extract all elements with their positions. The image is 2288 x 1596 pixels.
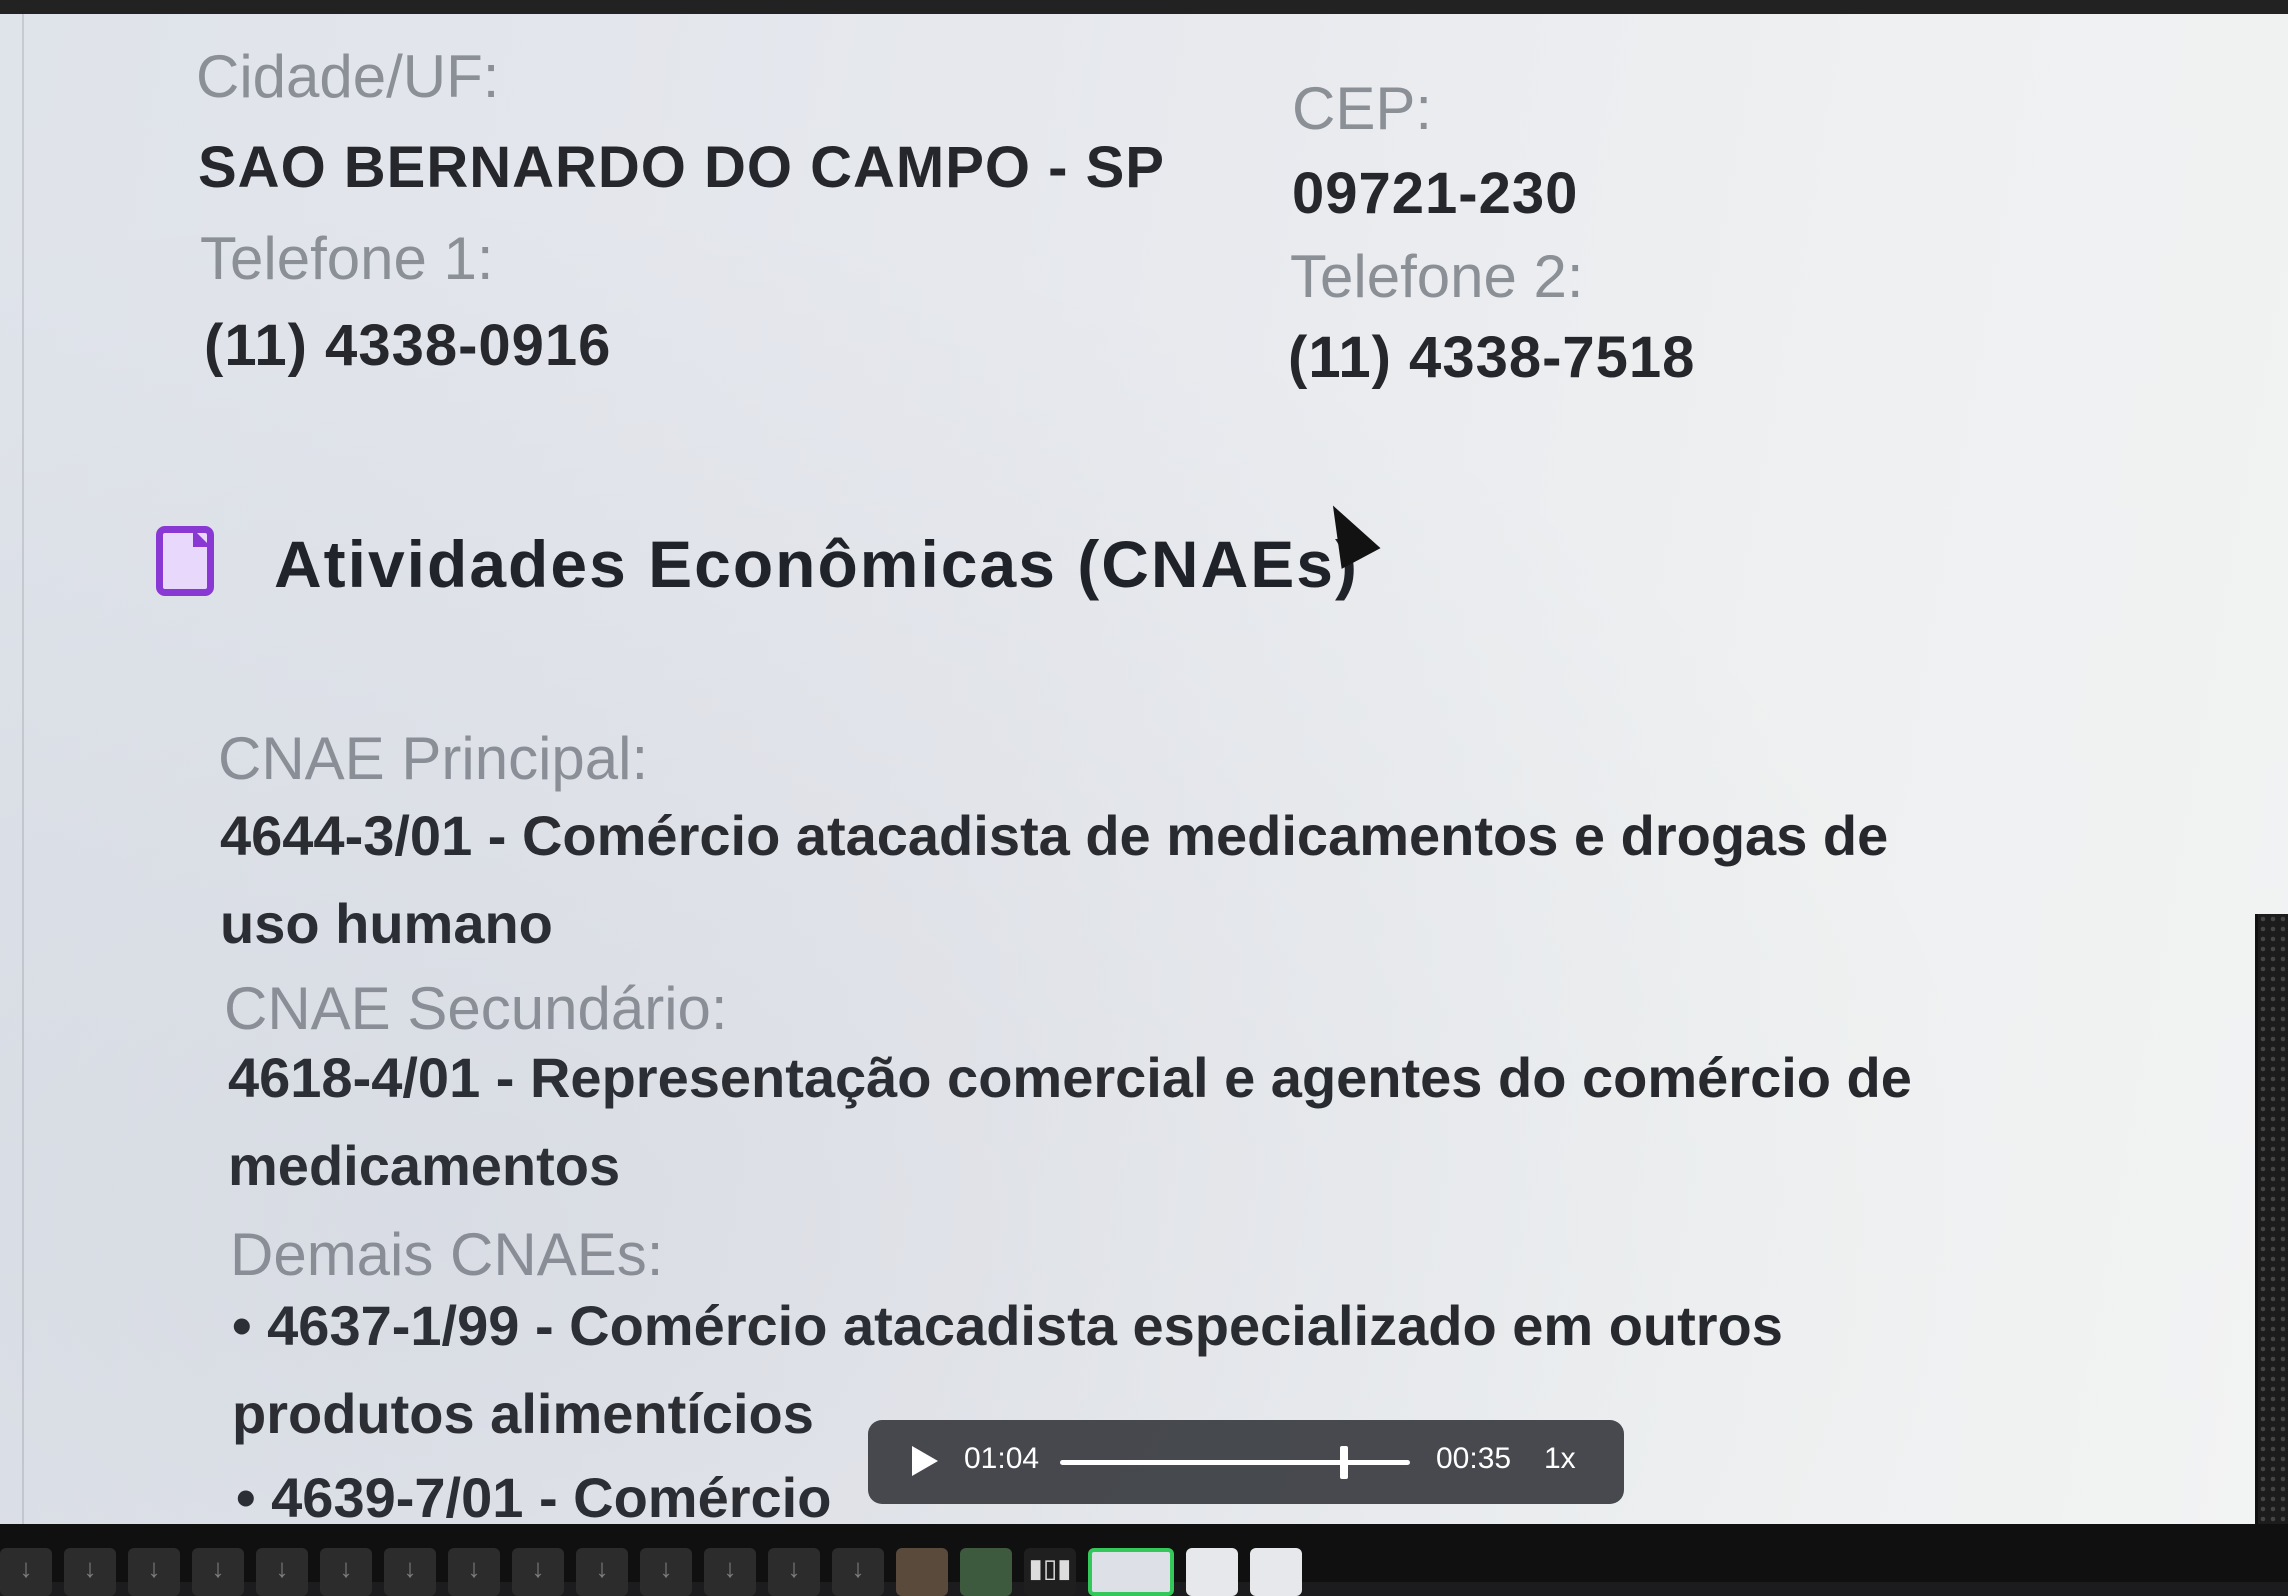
- image-thumb[interactable]: [1250, 1548, 1302, 1596]
- download-thumb-icon[interactable]: ↓: [64, 1548, 116, 1596]
- download-thumb-icon[interactable]: ↓: [704, 1548, 756, 1596]
- city-value: SAO BERNARDO DO CAMPO - SP: [198, 135, 1165, 200]
- seek-bar[interactable]: [1060, 1446, 1410, 1479]
- cnae-principal-value: 4644-3/01 - Comércio atacadista de medic…: [220, 804, 1889, 955]
- thumbnail-strip: ↓ ↓ ↓ ↓ ↓ ↓ ↓ ↓ ↓ ↓ ↓ ↓ ↓ ↓ ▮▯▮: [0, 1524, 2288, 1596]
- audio-waveform-icon[interactable]: ▮▯▮: [1024, 1548, 1076, 1596]
- speaker-grille: [2255, 914, 2288, 1524]
- play-icon[interactable]: [912, 1446, 938, 1476]
- download-thumb-icon[interactable]: ↓: [576, 1548, 628, 1596]
- download-thumb-icon[interactable]: ↓: [128, 1548, 180, 1596]
- phone1-value: (11) 4338-0916: [204, 313, 612, 378]
- remaining-time: 00:35: [1436, 1442, 1512, 1475]
- document-icon: [156, 526, 214, 596]
- cep-value: 09721-230: [1292, 161, 1579, 226]
- phone2-value: (11) 4338-7518: [1288, 325, 1696, 390]
- video-controls: 01:04 00:35 1x: [868, 1420, 1624, 1504]
- download-thumb-icon[interactable]: ↓: [384, 1548, 436, 1596]
- download-thumb-icon[interactable]: ↓: [512, 1548, 564, 1596]
- download-thumb-icon[interactable]: ↓: [192, 1548, 244, 1596]
- download-thumb-icon[interactable]: ↓: [768, 1548, 820, 1596]
- download-thumb-icon[interactable]: ↓: [448, 1548, 500, 1596]
- download-thumb-icon[interactable]: ↓: [0, 1548, 52, 1596]
- phone1-label: Telefone 1:: [200, 225, 494, 292]
- image-thumb[interactable]: [1186, 1548, 1238, 1596]
- cnae-secundario-value: 4618-4/01 - Representação comercial e ag…: [228, 1046, 1912, 1197]
- active-video-thumb[interactable]: [1088, 1548, 1174, 1596]
- playback-speed-button[interactable]: 1x: [1544, 1442, 1576, 1476]
- demais-cnaes-label: Demais CNAEs:: [230, 1221, 664, 1288]
- elapsed-time: 01:04: [964, 1442, 1040, 1475]
- image-thumb[interactable]: [960, 1548, 1012, 1596]
- top-bar: [0, 0, 2288, 14]
- download-thumb-icon[interactable]: ↓: [832, 1548, 884, 1596]
- cnae-secundario-label: CNAE Secundário:: [224, 975, 728, 1042]
- cep-label: CEP:: [1292, 75, 1433, 142]
- city-label: Cidade/UF:: [196, 43, 500, 110]
- image-thumb[interactable]: [896, 1548, 948, 1596]
- download-thumb-icon[interactable]: ↓: [320, 1548, 372, 1596]
- seek-thumb[interactable]: [1340, 1446, 1349, 1479]
- video-frame: Cidade/UF: SAO BERNARDO DO CAMPO - SP CE…: [0, 14, 2288, 1524]
- section-title: Atividades Econômicas (CNAEs): [274, 527, 1359, 601]
- window-border: [22, 14, 24, 1524]
- download-thumb-icon[interactable]: ↓: [640, 1548, 692, 1596]
- phone2-label: Telefone 2:: [1290, 243, 1584, 310]
- cnae-principal-label: CNAE Principal:: [218, 725, 649, 792]
- download-thumb-icon[interactable]: ↓: [256, 1548, 308, 1596]
